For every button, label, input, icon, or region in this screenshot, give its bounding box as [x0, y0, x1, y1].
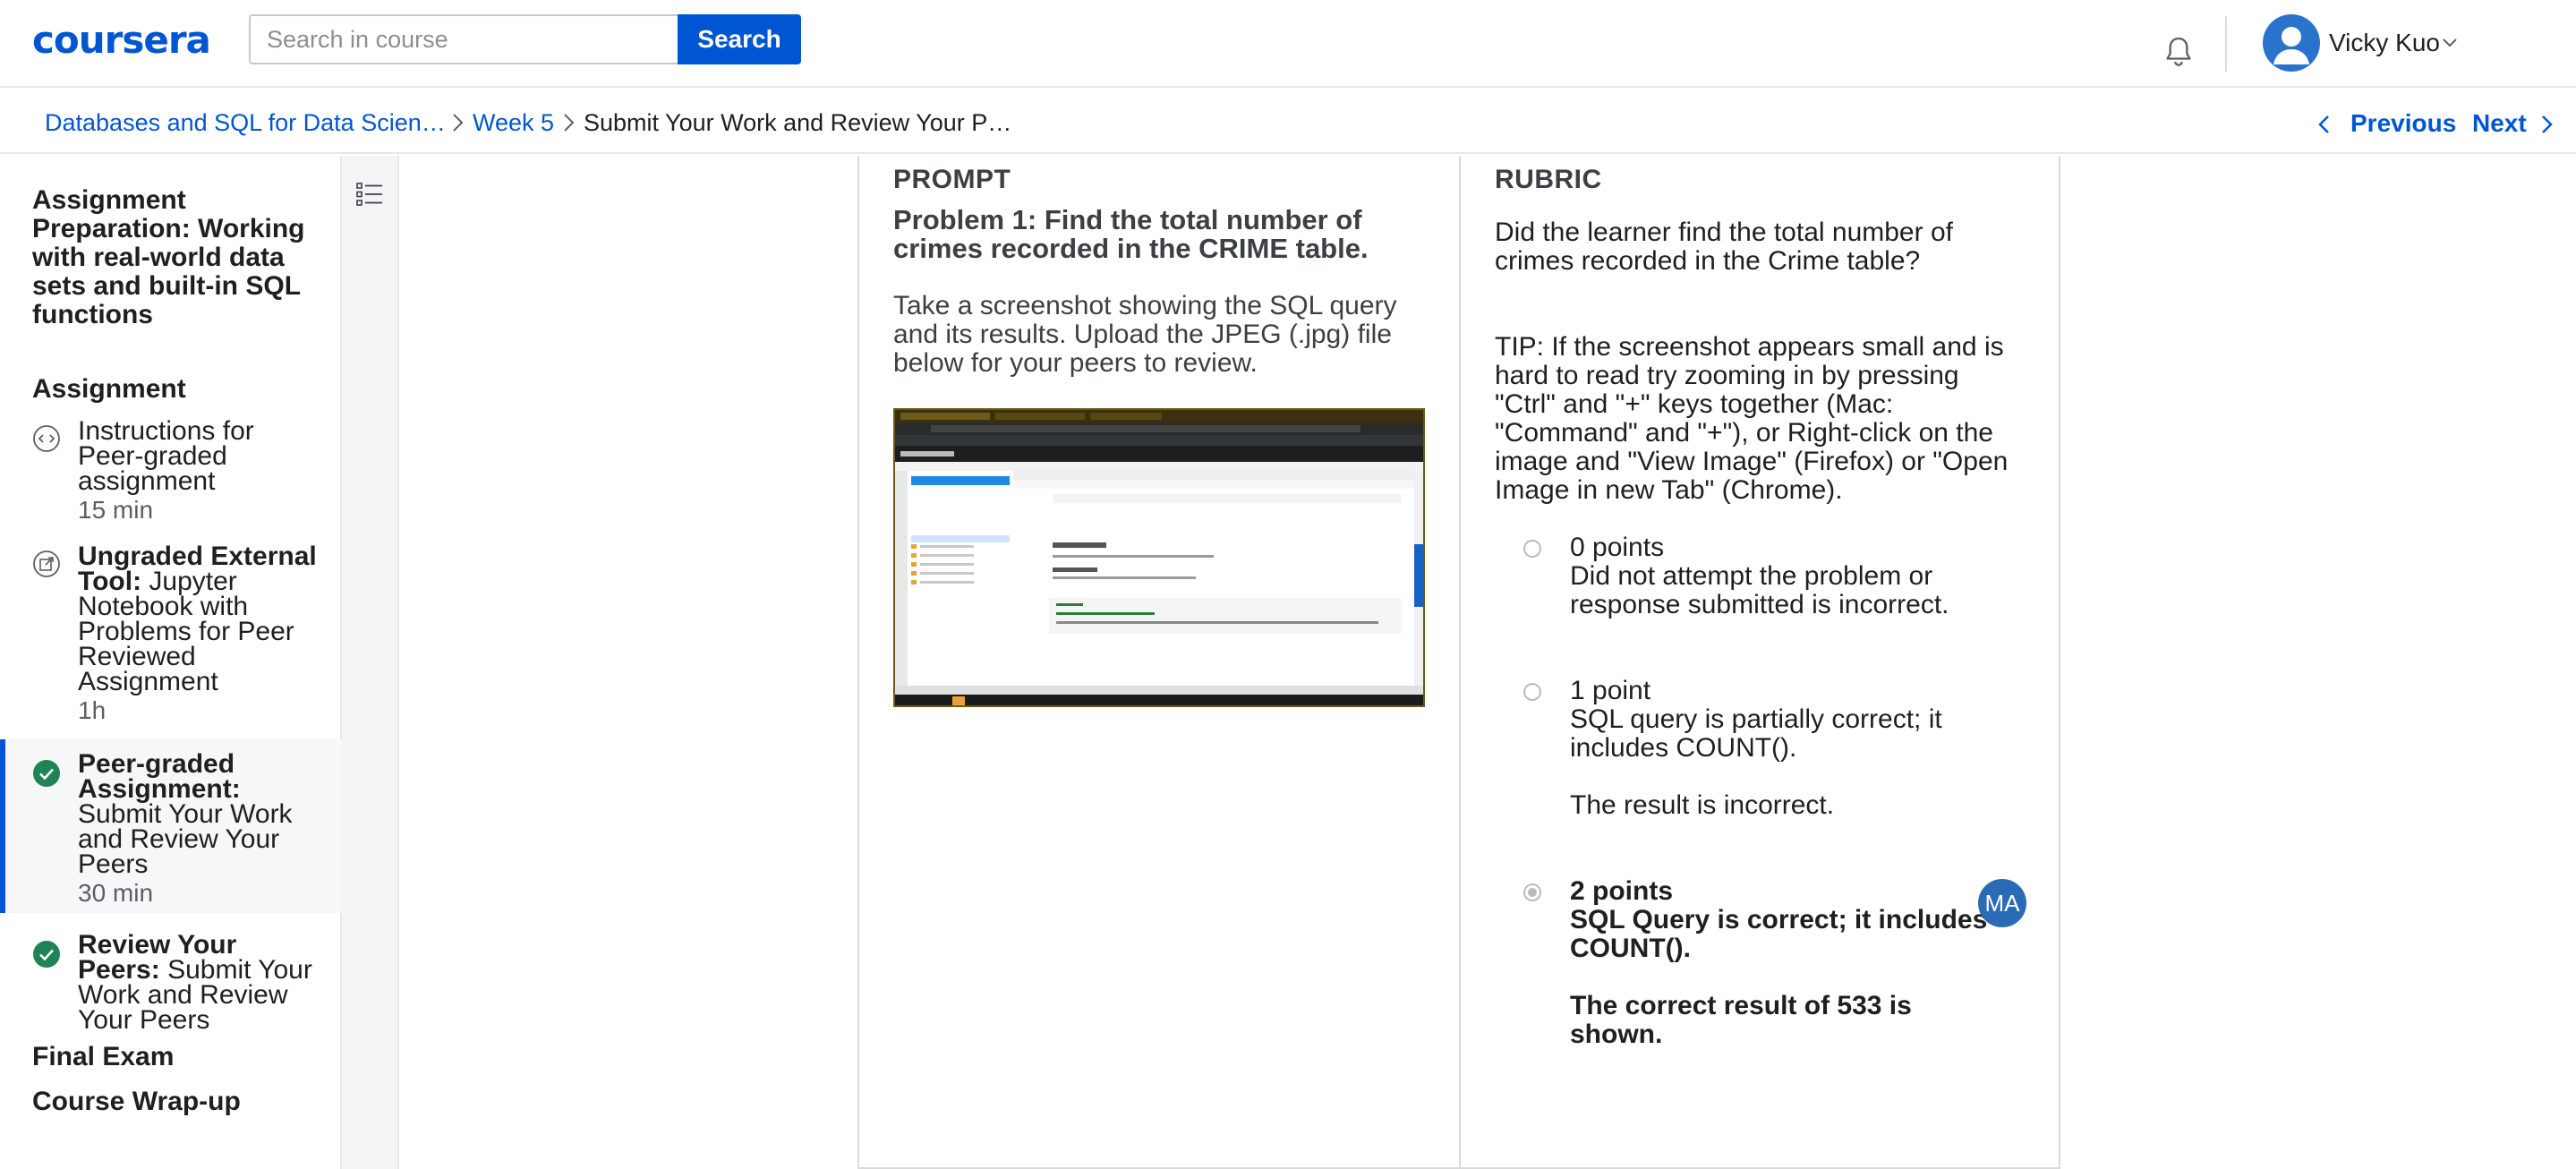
- sidebar-item-peer-graded-assignment[interactable]: Peer-graded Assignment: Submit Your Work…: [0, 739, 342, 913]
- completed-check-icon: [33, 941, 60, 968]
- previous-button[interactable]: Previous: [2350, 109, 2456, 138]
- section-course-wrap-up[interactable]: Course Wrap-up: [32, 1087, 241, 1117]
- section-final-exam[interactable]: Final Exam: [32, 1042, 174, 1072]
- breadcrumb-current: Submit Your Work and Review Your P…: [584, 109, 1012, 136]
- rubric-question: Did the learner find the total number of…: [1495, 218, 1953, 276]
- reading-icon: [33, 425, 60, 452]
- sidebar-item-duration: 1h: [78, 696, 107, 724]
- chevron-down-icon[interactable]: [2440, 32, 2460, 52]
- user-name[interactable]: Vicky Kuo: [2329, 29, 2440, 57]
- toc-rail: [342, 156, 399, 1169]
- breadcrumb-course[interactable]: Databases and SQL for Data Scien…: [45, 109, 446, 137]
- external-tool-icon: [33, 550, 60, 577]
- user-avatar[interactable]: [2263, 14, 2320, 72]
- rubric-option-1: 1 point SQL query is partially correct; …: [1570, 677, 2009, 820]
- rubric-option-points: 2 points: [1570, 876, 1674, 906]
- prompt-title: Problem 1: Find the total number of crim…: [893, 204, 1369, 264]
- completed-check-icon: [33, 760, 60, 787]
- sidebar-item-duration: 30 min: [78, 879, 154, 907]
- grader-initials-badge: MA: [1978, 879, 2026, 927]
- rubric-option-description: Did not attempt the problem or response …: [1570, 561, 1949, 619]
- sidebar-item-instructions[interactable]: Instructions for Peer-graded assignment …: [0, 417, 342, 528]
- course-sidebar: Assignment Preparation: Working with rea…: [0, 156, 342, 1169]
- module-title[interactable]: Assignment Preparation: Working with rea…: [32, 186, 319, 329]
- rubric-option-description: SQL query is partially correct; it inclu…: [1570, 704, 1942, 763]
- rubric-option-points: 0 points: [1570, 533, 1665, 562]
- breadcrumb-week[interactable]: Week 5: [473, 109, 554, 137]
- header-divider: [2225, 16, 2227, 72]
- rubric-option-description: The result is incorrect.: [1570, 790, 1835, 820]
- rubric-option-2: 2 points SQL Query is correct; it includ…: [1570, 877, 2009, 1049]
- search-input[interactable]: [249, 14, 678, 64]
- next-button[interactable]: Next: [2472, 109, 2527, 138]
- chevron-left-icon[interactable]: [2315, 111, 2334, 138]
- sidebar-item-jupyter-notebook[interactable]: Ungraded External Tool: Jupyter Notebook…: [0, 542, 342, 724]
- rubric-option-radio-1[interactable]: [1523, 683, 1541, 701]
- chevron-right-icon: [453, 114, 464, 132]
- rubric-option-radio-2[interactable]: [1523, 883, 1541, 901]
- sidebar-item-duration: 15 min: [78, 496, 154, 524]
- rubric-tip: TIP: If the screenshot appears small and…: [1495, 332, 2009, 505]
- breadcrumb-bar: Databases and SQL for Data Scien… Week 5…: [0, 90, 2576, 154]
- card-divider: [1459, 156, 1461, 1169]
- prompt-body: Take a screenshot showing the SQL query …: [893, 291, 1397, 378]
- user-silhouette-icon: [2273, 27, 2309, 64]
- chevron-right-icon[interactable]: [2537, 111, 2556, 138]
- top-header: coursera Search Vicky Kuo: [0, 0, 2576, 88]
- submission-screenshot[interactable]: [893, 408, 1425, 707]
- sidebar-item-label: Instructions for Peer-graded assignment: [78, 416, 254, 496]
- sidebar-item-type: Peer-graded Assignment:: [78, 749, 241, 804]
- rubric-option-0: 0 points Did not attempt the problem or …: [1570, 533, 2009, 619]
- search-button[interactable]: Search: [678, 14, 801, 64]
- rubric-option-radio-0[interactable]: [1523, 540, 1541, 558]
- notifications-bell-icon[interactable]: [2161, 34, 2196, 70]
- coursera-logo[interactable]: coursera: [32, 18, 211, 62]
- chevron-right-icon: [564, 114, 575, 132]
- submission-screenshot-image: [895, 410, 1423, 705]
- sidebar-item-review-your-peers[interactable]: Review Your Peers: Submit Your Work and …: [0, 926, 342, 1044]
- section-assignment[interactable]: Assignment: [32, 374, 186, 405]
- table-of-contents-icon[interactable]: [354, 179, 385, 209]
- rubric-heading: RUBRIC: [1495, 165, 1602, 194]
- sidebar-item-label: Submit Your Work and Review Your Peers: [78, 799, 293, 879]
- rubric-option-description: SQL Query is correct; it includes COUNT(…: [1570, 905, 1988, 963]
- prompt-heading: PROMPT: [893, 165, 1011, 194]
- rubric-option-points: 1 point: [1570, 676, 1651, 705]
- rubric-option-description: The correct result of 533 is shown.: [1570, 991, 1912, 1049]
